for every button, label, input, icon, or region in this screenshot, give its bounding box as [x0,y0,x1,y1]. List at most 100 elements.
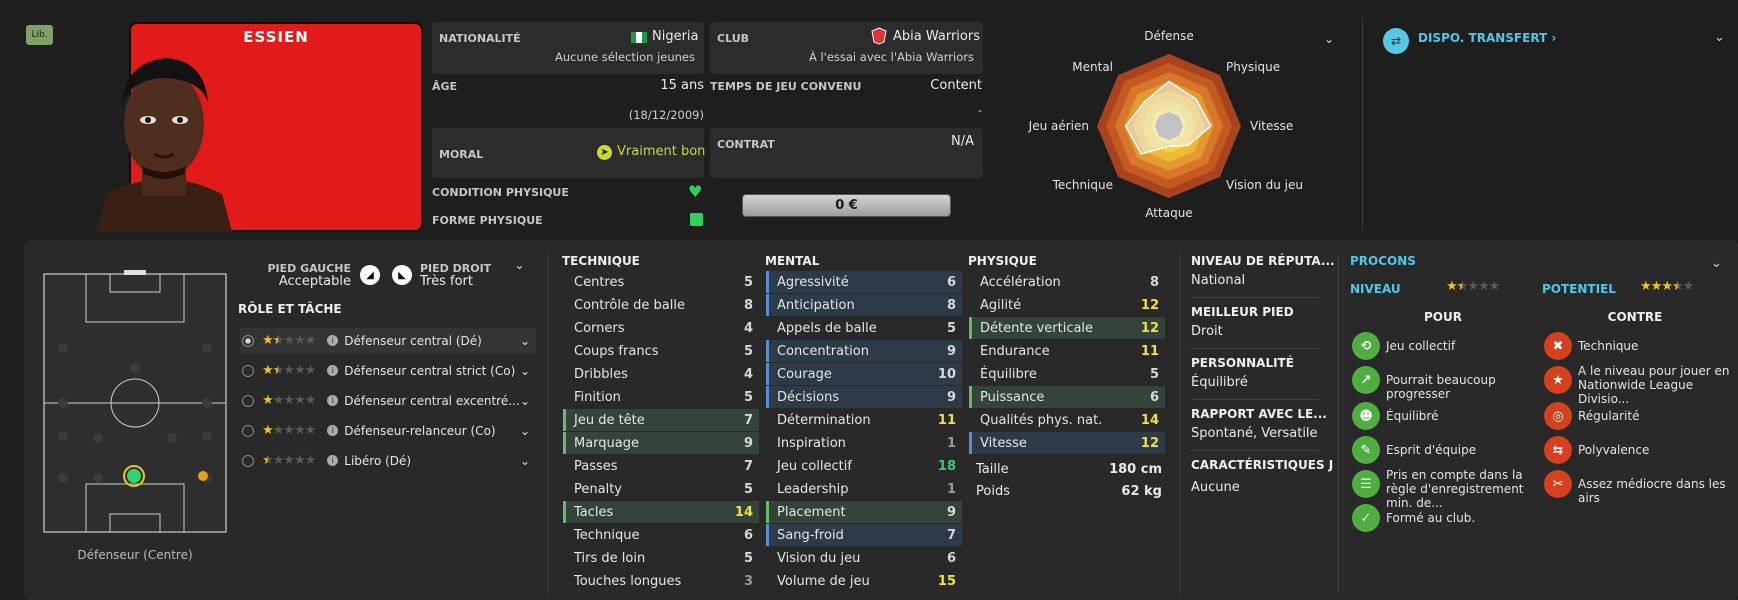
radio-icon[interactable] [242,364,254,377]
feet-chevron-down-icon[interactable]: ⌄ [514,258,525,273]
technique-attribute-row[interactable]: Corners 4 [563,317,759,339]
pro-icon: ☰ [1352,470,1380,498]
attribute-name: Anticipation [777,297,855,313]
physique-attribute-row[interactable]: Puissance 6 [969,386,1165,408]
attribute-value: 14 [734,504,753,520]
transfer-chevron-down-icon[interactable]: ⌄ [1714,30,1725,45]
mental-attribute-row[interactable]: Sang-froid 7 [766,524,962,546]
transfer-status-link[interactable]: DISPO. TRANSFERT › [1418,31,1556,45]
mental-attribute-row[interactable]: Vision du jeu 6 [766,547,962,569]
technique-attribute-row[interactable]: Penalty 5 [563,478,759,500]
radio-icon[interactable] [242,454,254,467]
radar-chevron-down-icon[interactable]: ⌄ [1324,32,1334,46]
mental-attribute-row[interactable]: Détermination 11 [766,409,962,431]
role-item[interactable]: ★★★★★ i Défenseur central (Dé) ⌄ [240,328,536,353]
attribute-value: 10 [937,366,956,382]
nationality-label: NATIONALITÉ [439,32,521,45]
physique-attribute-row[interactable]: Qualités phys. nat. 14 [969,409,1165,431]
attribute-name: Finition [574,389,621,405]
attribute-name: Appels de balle [777,320,877,336]
mental-attribute-row[interactable]: Courage 10 [766,363,962,385]
attribute-name: Tacles [574,504,614,520]
attribute-name: Accélération [980,274,1061,290]
divider [1191,450,1319,451]
physique-attribute-row[interactable]: Détente verticale 12 [969,317,1165,339]
mental-attribute-row[interactable]: Décisions 9 [766,386,962,408]
mental-attribute-row[interactable]: Concentration 9 [766,340,962,362]
transfer-swap-icon[interactable]: ⇄ [1383,28,1409,54]
playtime-sub: - [977,103,982,117]
physique-attribute-row[interactable]: Équilibre 5 [969,363,1165,385]
info-icon[interactable]: i [327,335,339,346]
mental-attribute-row[interactable]: Anticipation 8 [766,294,962,316]
chevron-down-icon[interactable]: ⌄ [520,334,530,348]
role-stars: ★★★★★ [262,363,316,378]
info-icon[interactable]: i [327,455,339,466]
procons-chevron-down-icon[interactable]: ⌄ [1711,256,1722,271]
role-item[interactable]: ★★★★★ i Libéro (Dé) ⌄ [240,448,536,473]
technique-attribute-row[interactable]: Tacles 14 [563,501,759,523]
technique-attribute-row[interactable]: Coups francs 5 [563,340,759,362]
technique-attribute-row[interactable]: Finition 5 [563,386,759,408]
con-text: A le niveau pour jouer en Nationwide Lea… [1578,364,1730,406]
technique-attribute-row[interactable]: Touches longues 3 [563,570,759,592]
attribute-value: 6 [946,274,956,290]
nationality-sub: Aucune sélection jeunes [554,50,695,64]
mental-attribute-row[interactable]: Inspiration 1 [766,432,962,454]
form-icon [690,213,703,226]
attribute-name: Contrôle de balle [574,297,685,313]
mental-attribute-row[interactable]: Volume de jeu 15 [766,570,962,592]
height-label: Taille [976,462,1009,477]
chevron-down-icon[interactable]: ⌄ [520,394,530,408]
technique-attribute-row[interactable]: Marquage 9 [563,432,759,454]
level-stars: ★★★★★ [1446,279,1500,294]
media-value: Spontané, Versatile [1191,426,1318,441]
mental-attribute-row[interactable]: Leadership 1 [766,478,962,500]
role-item[interactable]: ★★★★★ i Défenseur-relanceur (Co) ⌄ [240,418,536,443]
attribute-name: Qualités phys. nat. [980,412,1103,428]
info-icon[interactable]: i [327,395,339,406]
potential-label: POTENTIEL [1542,282,1616,296]
physique-attribute-row[interactable]: Vitesse 12 [969,432,1165,454]
pitch-diagram[interactable] [38,268,232,538]
attribute-value: 12 [1140,320,1159,336]
technique-attribute-row[interactable]: Technique 6 [563,524,759,546]
radar-label: Technique [1052,178,1113,192]
info-icon[interactable]: i [327,365,339,376]
contract-value: N/A [951,134,974,149]
role-item[interactable]: ★★★★★ i Défenseur central excentré... ⌄ [240,388,536,413]
role-item[interactable]: ★★★★★ i Défenseur central strict (Co) ⌄ [240,358,536,383]
radio-icon[interactable] [242,394,254,407]
left-foot-value: Acceptable [278,274,351,289]
technique-attribute-row[interactable]: Passes 7 [563,455,759,477]
mental-attribute-row[interactable]: Placement 9 [766,501,962,523]
technique-attribute-row[interactable]: Contrôle de balle 8 [563,294,759,316]
physique-attribute-row[interactable]: Agilité 12 [969,294,1165,316]
con-icon: ★ [1544,366,1572,394]
reputation-value: National [1191,273,1246,288]
contract-card[interactable] [710,128,983,178]
physique-attribute-row[interactable]: Accélération 8 [969,271,1165,293]
chevron-down-icon[interactable]: ⌄ [520,424,530,438]
attribute-value: 7 [946,527,956,543]
radio-icon[interactable] [242,334,254,347]
attribute-value: 8 [743,297,753,313]
con-text: Régularité [1578,409,1640,423]
value-bar[interactable]: 0 € [742,194,951,217]
mental-attribute-row[interactable]: Appels de balle 5 [766,317,962,339]
club-value[interactable]: Abia Warriors [893,29,980,44]
physique-attribute-row[interactable]: Endurance 11 [969,340,1165,362]
technique-attribute-row[interactable]: Centres 5 [563,271,759,293]
mental-attribute-row[interactable]: Agressivité 6 [766,271,962,293]
traits-label: CARACTÉRISTIQUES J [1191,458,1334,472]
attribute-name: Volume de jeu [777,573,870,589]
technique-attribute-row[interactable]: Tirs de loin 5 [563,547,759,569]
con-icon: ✖ [1544,332,1572,360]
chevron-down-icon[interactable]: ⌄ [520,364,530,378]
technique-attribute-row[interactable]: Jeu de tête 7 [563,409,759,431]
chevron-down-icon[interactable]: ⌄ [520,454,530,468]
info-icon[interactable]: i [327,425,339,436]
mental-attribute-row[interactable]: Jeu collectif 18 [766,455,962,477]
technique-attribute-row[interactable]: Dribbles 4 [563,363,759,385]
radio-icon[interactable] [242,424,254,437]
